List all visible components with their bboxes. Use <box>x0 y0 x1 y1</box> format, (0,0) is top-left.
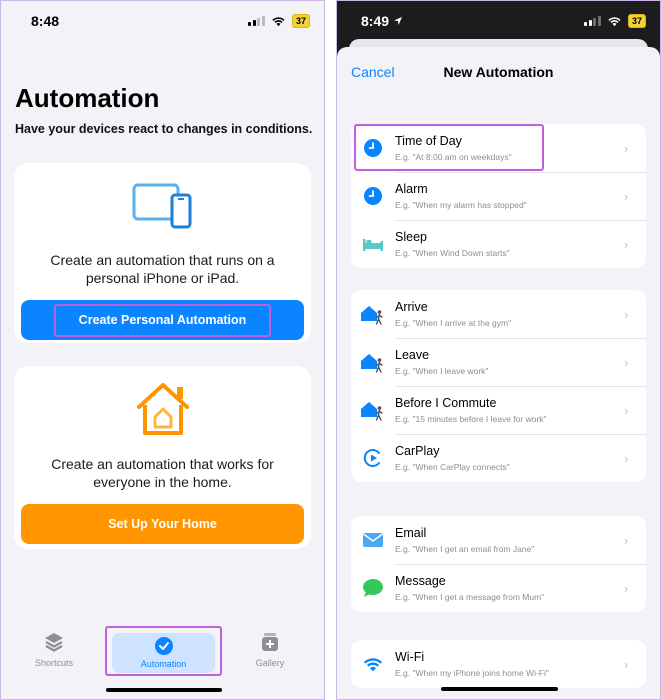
house-walk-icon <box>361 402 383 421</box>
trigger-sleep[interactable]: Sleep E.g. "When Wind Down starts" › <box>351 220 646 268</box>
page-subtitle: Have your devices react to changes in co… <box>15 122 313 136</box>
trigger-example: E.g. "When Wind Down starts" <box>395 248 510 258</box>
new-automation-sheet: New Automation Cancel Time of Day E.g. "A… <box>337 47 660 699</box>
chevron-right-icon: › <box>624 532 629 548</box>
chevron-right-icon: › <box>624 402 629 418</box>
tab-label: Shortcuts <box>34 658 74 668</box>
trigger-example: E.g. "When my alarm has stopped" <box>395 200 527 210</box>
location-arrow-icon <box>394 17 403 25</box>
trigger-title: Email <box>395 526 427 540</box>
battery-icon: 37 <box>291 14 310 28</box>
home-card-line2: everyone in the home. <box>93 474 232 490</box>
trigger-title: Message <box>395 574 446 588</box>
house-walk-icon <box>361 354 383 373</box>
house-walk-icon <box>361 306 383 325</box>
chevron-right-icon: › <box>624 236 629 252</box>
time-triggers-group: Time of Day E.g. "At 8:00 am on weekdays"… <box>351 124 646 268</box>
wifi-icon <box>272 16 285 26</box>
home-indicator <box>441 687 558 691</box>
tab-gallery[interactable]: Gallery <box>230 631 310 668</box>
tab-automation[interactable]: Automation <box>112 633 215 673</box>
chevron-right-icon: › <box>624 306 629 322</box>
trigger-example: E.g. "At 8:00 am on weekdays" <box>395 152 512 162</box>
home-card-line1: Create an automation that works for <box>51 456 274 472</box>
trigger-before-commute[interactable]: Before I Commute E.g. "15 minutes before … <box>351 386 646 434</box>
signal-icon <box>584 16 601 26</box>
personal-card-line1: Create an automation that runs on a <box>50 252 275 268</box>
chevron-right-icon: › <box>624 354 629 370</box>
personal-automation-card: Create an automation that runs on a pers… <box>14 163 311 343</box>
location-triggers-group: Arrive E.g. "When I arrive at the gym" › … <box>351 290 646 482</box>
trigger-time-of-day[interactable]: Time of Day E.g. "At 8:00 am on weekdays"… <box>351 124 646 172</box>
tab-shortcuts[interactable]: Shortcuts <box>14 631 94 668</box>
chevron-right-icon: › <box>624 580 629 596</box>
trigger-example: E.g. "When I arrive at the gym" <box>395 318 512 328</box>
home-automation-card: Create an automation that works for ever… <box>14 366 311 549</box>
trigger-title: CarPlay <box>395 444 440 458</box>
chevron-right-icon: › <box>624 450 629 466</box>
status-bar: 8:48 37 <box>1 1 324 41</box>
trigger-title: Sleep <box>395 230 427 244</box>
right-screen: 8:49 37 New Automation Cancel Time of Da… <box>336 0 661 700</box>
status-bar: 8:49 37 <box>337 1 660 41</box>
trigger-example: E.g. "When my iPhone joins home Wi-Fi" <box>395 668 549 678</box>
page-title: Automation <box>15 83 160 113</box>
trigger-example: E.g. "When I get a message from Mum" <box>395 592 545 602</box>
tab-label: Automation <box>140 659 187 669</box>
create-personal-automation-button[interactable]: Create Personal Automation <box>21 300 304 340</box>
bed-icon <box>363 239 383 251</box>
trigger-wifi[interactable]: Wi-Fi E.g. "When my iPhone joins home Wi-… <box>351 640 646 688</box>
trigger-example: E.g. "When I leave work" <box>395 366 489 376</box>
personal-card-line2: personal iPhone or iPad. <box>85 270 240 286</box>
signal-icon <box>248 16 265 26</box>
home-indicator <box>106 688 222 692</box>
automation-check-icon <box>154 637 173 655</box>
layers-icon <box>45 633 63 652</box>
mail-icon <box>363 533 383 547</box>
home-icon <box>137 383 189 435</box>
trigger-title: Arrive <box>395 300 428 314</box>
chevron-right-icon: › <box>624 188 629 204</box>
clock-icon <box>364 139 382 157</box>
trigger-email[interactable]: Email E.g. "When I get an email from Jane… <box>351 516 646 564</box>
trigger-example: E.g. "When I get an email from Jane" <box>395 544 535 554</box>
status-time: 8:48 <box>31 13 60 29</box>
message-icon <box>363 579 383 597</box>
cancel-button[interactable]: Cancel <box>351 64 395 80</box>
gallery-icon <box>262 633 278 651</box>
trigger-title: Leave <box>395 348 430 362</box>
trigger-title: Wi-Fi <box>395 650 425 664</box>
trigger-example: E.g. "15 minutes before I leave for work… <box>395 414 547 424</box>
set-up-home-button[interactable]: Set Up Your Home <box>21 504 304 544</box>
wifi-icon <box>363 657 383 671</box>
status-time: 8:49 <box>361 13 390 29</box>
carplay-icon <box>363 449 380 467</box>
trigger-arrive[interactable]: Arrive E.g. "When I arrive at the gym" › <box>351 290 646 338</box>
clock-icon <box>364 187 382 205</box>
trigger-example: E.g. "When CarPlay connects" <box>395 462 510 472</box>
tab-label: Gallery <box>255 658 285 668</box>
communication-triggers-group: Email E.g. "When I get an email from Jane… <box>351 516 646 612</box>
left-screen: 8:48 37 Automation Have your devices rea… <box>0 0 325 700</box>
settings-triggers-group: Wi-Fi E.g. "When my iPhone joins home Wi-… <box>351 640 646 688</box>
chevron-right-icon: › <box>624 140 629 156</box>
devices-icon <box>132 183 192 229</box>
trigger-title: Time of Day <box>395 134 462 148</box>
trigger-title: Alarm <box>395 182 428 196</box>
trigger-message[interactable]: Message E.g. "When I get a message from M… <box>351 564 646 612</box>
battery-icon: 37 <box>627 14 646 28</box>
trigger-leave[interactable]: Leave E.g. "When I leave work" › <box>351 338 646 386</box>
wifi-icon <box>608 16 621 26</box>
trigger-alarm[interactable]: Alarm E.g. "When my alarm has stopped" › <box>351 172 646 220</box>
chevron-right-icon: › <box>624 656 629 672</box>
trigger-title: Before I Commute <box>395 396 497 410</box>
trigger-carplay[interactable]: CarPlay E.g. "When CarPlay connects" › <box>351 434 646 482</box>
